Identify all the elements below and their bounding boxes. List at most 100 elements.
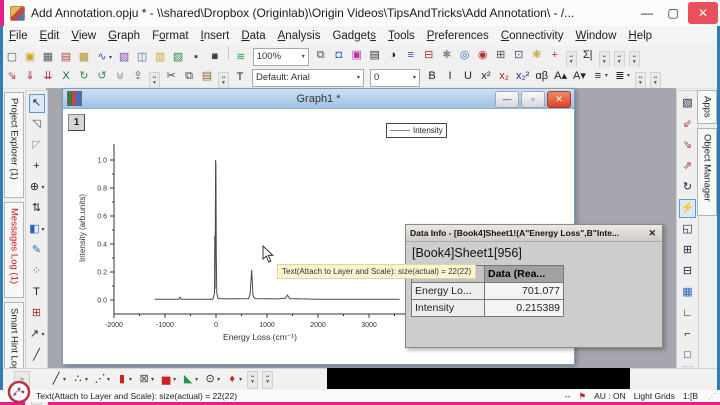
menu-help[interactable]: Help: [622, 30, 658, 42]
zoom-level-combo[interactable]: 100% ▾: [252, 47, 309, 66]
data-info-close-icon[interactable]: ✕: [646, 228, 658, 239]
new-layout-button[interactable]: ◫: [134, 48, 150, 67]
new-graph-button[interactable]: ▤: [58, 48, 74, 67]
screen-capture-button[interactable]: ◘: [331, 46, 347, 65]
open-excel-button[interactable]: ▧: [170, 48, 186, 67]
find-button[interactable]: ◎: [457, 46, 473, 65]
find-next-button[interactable]: ◉: [475, 46, 491, 65]
menu-format[interactable]: Format: [146, 30, 194, 42]
polar-plot-button[interactable]: ⊙ ▾: [202, 370, 222, 389]
increase-font-button[interactable]: A▴: [552, 67, 569, 86]
rescale-axes-button[interactable]: ⇗: [680, 157, 696, 176]
stock-plot-button[interactable]: ♦ ▾: [224, 370, 244, 389]
equation-tool[interactable]: ⊞: [29, 304, 45, 323]
font-size-combo[interactable]: 0 ▾: [370, 68, 420, 87]
window-grid-button[interactable]: ⊞: [493, 46, 509, 65]
toolbar-overflow-button[interactable]: ••▼: [149, 71, 160, 88]
menu-gadgets[interactable]: Gadgets: [326, 30, 381, 42]
duplicate-window-button[interactable]: ⧉: [313, 46, 329, 65]
scale-in-tool[interactable]: ◹: [29, 115, 45, 134]
contrast-button[interactable]: ◑: [385, 46, 401, 65]
data-reader-tool[interactable]: +: [29, 157, 45, 176]
rescale-tool[interactable]: ▧: [680, 94, 696, 113]
graph-minimize-button[interactable]: —: [495, 91, 519, 108]
line-plot-button[interactable]: ╱ ▾: [48, 370, 68, 389]
title-bar[interactable]: Add Annotation.opju * - \\shared\Dropbox…: [0, 0, 720, 27]
plot-area[interactable]: 0.0 0.2 0.4 0.6 0.8 1.0 -2000 -1000 0 1000 2000 300…: [71, 116, 461, 346]
new-folder-button[interactable]: ▣: [22, 48, 38, 67]
new-notes-button[interactable]: ▨: [116, 48, 132, 67]
arrow-tool[interactable]: ↗ ▾: [26, 325, 46, 344]
toolbar-overflow-button[interactable]: ••▼: [218, 71, 229, 88]
bold-button[interactable]: B: [424, 67, 440, 86]
digitizer-button[interactable]: ≋: [233, 48, 249, 67]
rotate-button[interactable]: ↻: [680, 178, 696, 197]
paste-button[interactable]: ▤: [199, 67, 215, 86]
import-multiple-ascii-button[interactable]: ⇊: [40, 67, 56, 86]
special-plot-button[interactable]: ⊠ ▾: [136, 370, 156, 389]
toolbar-overflow-button[interactable]: ••▼: [649, 71, 661, 88]
save-template-button[interactable]: ◾: [206, 48, 224, 67]
scale-out-tool[interactable]: ◸: [29, 136, 45, 155]
area-plot-button[interactable]: ◣ ▾: [180, 370, 200, 389]
data-selector-tool[interactable]: ⇅: [29, 199, 45, 218]
tab-object-manager[interactable]: Object Manager: [697, 128, 717, 216]
import-database-button[interactable]: ⊎: [112, 67, 128, 86]
data-info-titlebar[interactable]: Data Info - [Book4]Sheet1!(A"Energy Loss…: [406, 225, 662, 242]
layer-grid2-button[interactable]: ⊟: [680, 262, 696, 281]
reimport-changed-button[interactable]: ↻: [76, 67, 92, 86]
close-button[interactable]: ✕: [688, 2, 718, 24]
menu-connectivity[interactable]: Connectivity: [495, 30, 570, 42]
menu-file[interactable]: File: [3, 30, 34, 42]
merge-layers-button[interactable]: ▦: [680, 283, 696, 302]
graph-restore-button[interactable]: ▫: [521, 91, 545, 108]
import-excel-button[interactable]: X: [58, 67, 74, 86]
italic-button[interactable]: I: [442, 67, 458, 86]
mask-tool[interactable]: ◧ ▾: [26, 220, 46, 239]
supersubscript-button[interactable]: x₂²: [514, 67, 531, 86]
add-button[interactable]: +: [547, 46, 563, 65]
toolbar-overflow-button[interactable]: ••▼: [247, 370, 259, 389]
image-window-button[interactable]: ▣: [349, 46, 365, 65]
screen-reader-tool[interactable]: ⊕ ▾: [26, 178, 46, 197]
import-ascii-button[interactable]: ⇓: [22, 67, 38, 86]
tab-apps[interactable]: Apps: [697, 90, 717, 124]
line-symbol-plot-button[interactable]: ⋰ ▾: [92, 370, 112, 389]
window-chart-button[interactable]: ⊡: [511, 46, 527, 65]
annotation-tool-button[interactable]: ⚡: [678, 199, 697, 218]
reimport-button[interactable]: ↺: [94, 67, 110, 86]
menu-graph[interactable]: Graph: [102, 30, 146, 42]
text-tool[interactable]: T: [29, 283, 45, 302]
underline-button[interactable]: U: [460, 67, 476, 86]
bar-plot-button[interactable]: ▅ ▾: [158, 370, 178, 389]
axes-tl-button[interactable]: ⌐: [680, 325, 696, 344]
toolbar-overflow-button[interactable]: ••▼: [634, 71, 646, 88]
open-button[interactable]: ▥: [152, 48, 168, 67]
import-wizard-button[interactable]: ⇘: [4, 67, 20, 86]
resize-grip[interactable]: ⋰: [708, 392, 716, 401]
toolbar-overflow-button[interactable]: ••▼: [262, 370, 274, 389]
greek-button[interactable]: αβ: [533, 67, 550, 86]
spacing-button[interactable]: ≣ ▾: [612, 67, 632, 86]
line-tool[interactable]: ╱: [29, 346, 45, 365]
tab-messages-log-1[interactable]: Messages Log (1): [4, 202, 24, 298]
minimize-button[interactable]: —: [634, 6, 660, 20]
copy-button[interactable]: ⧉: [181, 67, 197, 86]
menu-insert[interactable]: Insert: [195, 30, 236, 42]
component-button[interactable]: ✱: [439, 46, 455, 65]
decrease-font-button[interactable]: A▾: [571, 67, 588, 86]
graph-window-titlebar[interactable]: Graph1 * — ▫ ✕: [63, 89, 574, 109]
layout-lines-button[interactable]: ≡: [403, 46, 419, 65]
new-project-button[interactable]: ▢: [4, 48, 20, 67]
menu-tools[interactable]: Tools: [382, 30, 421, 42]
scatter-plot-button[interactable]: ∴ ▾: [70, 370, 90, 389]
toolbar-overflow-button[interactable]: ••▼: [613, 50, 625, 67]
save-project-button[interactable]: ▪: [188, 48, 204, 67]
new-function-button[interactable]: ∿ ▾: [94, 48, 114, 67]
superscript-button[interactable]: x²: [478, 67, 494, 86]
draw-tool[interactable]: ✎: [29, 241, 45, 260]
add-layer-button[interactable]: ◱: [680, 220, 696, 239]
axes-bl-button[interactable]: ∟: [680, 304, 696, 323]
scale-in-axes-button[interactable]: ⇙: [680, 115, 696, 134]
graph-close-button[interactable]: ✕: [547, 91, 571, 108]
